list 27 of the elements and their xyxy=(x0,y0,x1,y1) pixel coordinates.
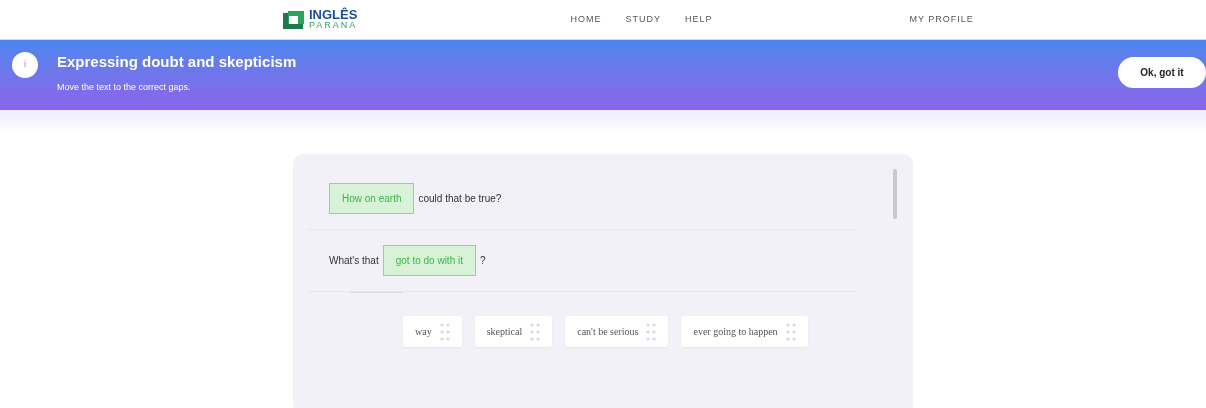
word-chip[interactable]: way xyxy=(403,316,462,347)
logo-text: INGLÊS xyxy=(309,9,358,21)
nav-link[interactable]: HELP xyxy=(684,12,713,27)
chip-label: way xyxy=(415,325,432,339)
sentence-text: could that be true? xyxy=(418,192,502,206)
banner-subtitle: Move the text to the correct gaps. xyxy=(57,81,192,94)
sentence-text: ? xyxy=(480,254,486,268)
drag-handle-icon xyxy=(439,322,450,341)
chip-label: ever going to happen xyxy=(693,325,778,339)
scrollbar[interactable] xyxy=(893,169,897,219)
word-chip[interactable]: skeptical xyxy=(474,316,553,347)
logo-icon xyxy=(283,10,305,29)
chip-label: skeptical xyxy=(486,325,523,339)
drag-handle-icon xyxy=(785,322,796,341)
logo-subtext: PARANA xyxy=(309,21,358,30)
sentence-text: What's that xyxy=(329,254,379,268)
drag-handle-icon xyxy=(646,322,657,341)
logo[interactable]: INGLÊS PARANA xyxy=(283,9,358,30)
ok-button[interactable]: Ok, got it xyxy=(1118,57,1206,88)
word-chip[interactable]: can't be serious xyxy=(565,316,669,347)
nav-link[interactable]: STUDY xyxy=(625,12,661,27)
profile-link[interactable]: MY PROFILE xyxy=(909,12,974,27)
chip-label: can't be serious xyxy=(577,325,639,339)
word-chip[interactable]: ever going to happen xyxy=(681,316,808,347)
drag-handle-icon xyxy=(530,322,541,341)
nav-link[interactable]: HOME xyxy=(570,12,602,27)
banner-title: Expressing doubt and skepticism xyxy=(57,52,297,72)
